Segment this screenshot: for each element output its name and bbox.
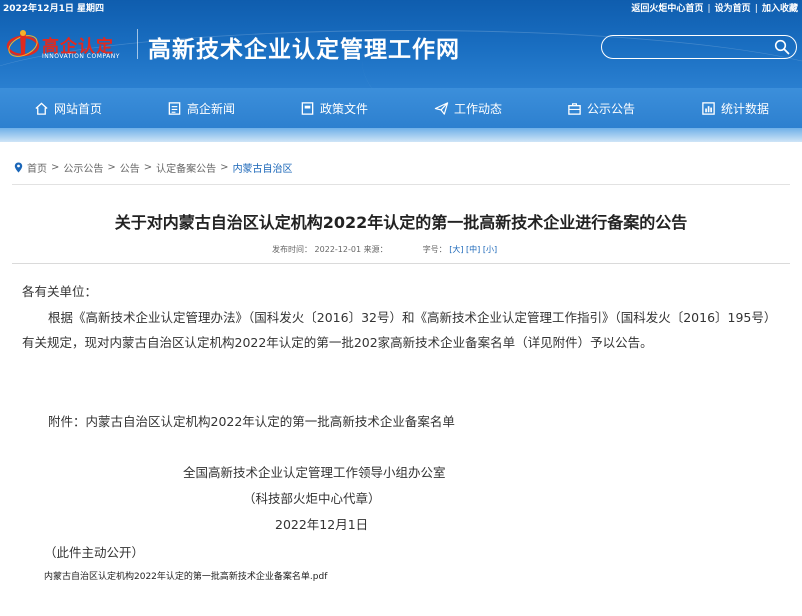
site-title: 高新技术企业认定管理工作网 xyxy=(148,36,460,63)
nav-decoration-band xyxy=(0,128,802,142)
chart-icon xyxy=(702,101,715,115)
meta-divider xyxy=(12,263,790,264)
font-size-label: 字号： xyxy=(422,245,447,254)
attachment-file-link[interactable]: 内蒙古自治区认定机构2022年认定的第一批高新技术企业备案名单.pdf xyxy=(44,569,327,582)
top-bar: 2022年12月1日 星期四 返回火炬中心首页 | 设为首页 | 加入收藏 xyxy=(0,0,802,14)
add-favorite-link[interactable]: 加入收藏 xyxy=(762,4,798,14)
logo-mark-icon xyxy=(6,30,40,57)
font-size-small[interactable]: [小] xyxy=(483,245,497,254)
search-box xyxy=(601,35,797,59)
signature-seal: （科技部火炬中心代章） xyxy=(243,491,381,506)
article-paragraph: 根据《高新技术企业认定管理办法》（国科发火〔2016〕32号）和《高新技术企业认… xyxy=(22,310,777,350)
breadcrumb-inner-mongolia[interactable]: 内蒙古自治区 xyxy=(233,160,293,175)
logo-subtext: INNOVATION COMPANY xyxy=(42,53,120,60)
search-icon[interactable] xyxy=(774,39,790,55)
breadcrumb-notices[interactable]: 公示公告 xyxy=(63,160,103,175)
location-pin-icon xyxy=(14,162,23,173)
nav-item-label: 统计数据 xyxy=(721,101,770,116)
briefcase-icon xyxy=(568,102,581,115)
site-logo[interactable]: 高企认定 INNOVATION COMPANY xyxy=(6,24,132,64)
nav-item-label: 高企新闻 xyxy=(187,101,236,116)
set-homepage-link[interactable]: 设为首页 xyxy=(715,4,751,14)
search-input[interactable] xyxy=(612,38,776,58)
breadcrumb-divider xyxy=(12,184,790,185)
site-header: 2022年12月1日 星期四 返回火炬中心首页 | 设为首页 | 加入收藏 高企认定 I… xyxy=(0,0,802,88)
home-icon xyxy=(35,101,48,115)
nav-item-statistics[interactable]: 统计数据 xyxy=(701,88,769,128)
news-icon xyxy=(168,101,181,115)
nav-item-news[interactable]: 高企新闻 xyxy=(167,88,235,128)
folder-icon xyxy=(301,101,314,115)
article-meta: 发布时间： 2022-12-01 来源： 字号： [大] [中] [小] xyxy=(272,244,497,255)
attachment-line: 附件：内蒙古自治区认定机构2022年认定的第一批高新技术企业备案名单 xyxy=(48,414,455,429)
article-title: 关于对内蒙古自治区认定机构2022年认定的第一批高新技术企业进行备案的公告 xyxy=(114,213,688,232)
breadcrumb-filing-notices[interactable]: 认定备案公告 xyxy=(156,160,216,175)
breadcrumb-home[interactable]: 首页 xyxy=(27,160,47,175)
breadcrumb-announcement[interactable]: 公告 xyxy=(120,160,140,175)
main-nav: 网站首页 高企新闻 政策文件 工作动态 公示公告 统计数据 xyxy=(0,88,802,128)
published-label: 发布时间： xyxy=(272,245,312,254)
signature-office: 全国高新技术企业认定管理工作领导小组办公室 xyxy=(183,465,446,480)
source-label: 来源： xyxy=(363,245,388,254)
font-size-large[interactable]: [大] xyxy=(449,245,463,254)
nav-item-home[interactable]: 网站首页 xyxy=(34,88,102,128)
nav-item-work-news[interactable]: 工作动态 xyxy=(434,88,502,128)
nav-item-label: 公示公告 xyxy=(587,101,636,116)
signature-date: 2022年12月1日 xyxy=(275,517,369,532)
current-date: 2022年12月1日 星期四 xyxy=(3,4,104,14)
published-date: 2022-12-01 xyxy=(314,245,362,254)
breadcrumb: 首页 > 公示公告 > 公告 > 认定备案公告 > 内蒙古自治区 xyxy=(14,160,293,175)
salutation: 各有关单位： xyxy=(22,284,98,299)
nav-item-notices[interactable]: 公示公告 xyxy=(567,88,635,128)
logo-divider xyxy=(137,29,138,59)
nav-item-label: 政策文件 xyxy=(320,101,369,116)
torch-center-home-link[interactable]: 返回火炬中心首页 xyxy=(631,4,703,14)
nav-item-label: 网站首页 xyxy=(54,101,103,116)
font-size-medium[interactable]: [中] xyxy=(466,245,480,254)
nav-item-label: 工作动态 xyxy=(454,101,503,116)
nav-item-policy[interactable]: 政策文件 xyxy=(300,88,368,128)
paper-plane-icon xyxy=(434,101,449,115)
top-links: 返回火炬中心首页 | 设为首页 | 加入收藏 xyxy=(631,4,798,14)
disclosure-note: （此件主动公开） xyxy=(44,545,145,560)
